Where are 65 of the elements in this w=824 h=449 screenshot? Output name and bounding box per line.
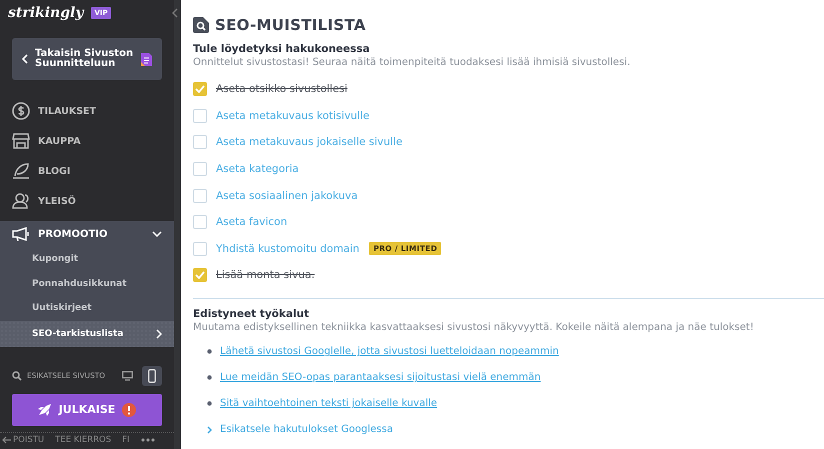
section-description: Muutama edistyksellinen tekniikka kasvattaaksesi sivustosi näkyvyyttä. Kokeile näitä alempana ja näe tulokset! bbox=[193, 322, 755, 333]
desktop-icon bbox=[122, 370, 132, 380]
bullet-icon bbox=[207, 375, 212, 380]
submenu-item[interactable]: SEO-tarkistuslista bbox=[0, 320, 174, 346]
checkbox[interactable] bbox=[193, 108, 207, 123]
checklist-link[interactable]: Aseta kategoria bbox=[216, 163, 299, 176]
nav-item[interactable]: KAUPPA bbox=[0, 126, 174, 156]
search-page-icon bbox=[193, 17, 209, 33]
document-icon bbox=[141, 52, 152, 66]
footer-link[interactable]: TEE KIERROS bbox=[55, 435, 112, 445]
checkbox[interactable] bbox=[193, 82, 207, 96]
tool-link[interactable]: Sitä vaihtoehtoinen teksti jokaiselle kuvalle bbox=[220, 398, 438, 410]
bullet-icon bbox=[207, 349, 212, 354]
checkbox[interactable] bbox=[193, 242, 207, 256]
search-icon bbox=[12, 370, 22, 380]
back-button[interactable]: Takaisin Sivuston Suunnitteluun bbox=[12, 38, 162, 80]
chevron-left-icon[interactable] bbox=[172, 8, 178, 18]
check-icon bbox=[195, 271, 205, 280]
expand-link[interactable]: Esikatsele hakutulokset Googlessa bbox=[220, 424, 393, 436]
checklist-link[interactable]: Aseta metakuvaus jokaiselle sivulle bbox=[216, 136, 402, 148]
section-heading: Tule löydetyksi hakukoneessa bbox=[193, 43, 371, 55]
checkbox[interactable] bbox=[193, 162, 207, 176]
bullet-icon bbox=[207, 401, 212, 406]
people-icon bbox=[12, 193, 30, 209]
checklist-link[interactable]: Lisää monta sivua. bbox=[216, 269, 315, 282]
arrow-left-icon bbox=[2, 436, 11, 444]
checklist-link[interactable]: Aseta favicon bbox=[216, 216, 288, 228]
checkbox[interactable] bbox=[193, 215, 207, 230]
tool-link[interactable]: Lähetä sivustosi Googlelle, jotta sivustosi luetteloidaan nopeammin bbox=[220, 346, 559, 358]
phone-icon bbox=[148, 368, 156, 382]
tool-link[interactable]: Lue meidän SEO-opas parantaaksesi sijoitustasi vielä enemmän bbox=[220, 372, 541, 384]
nav-item[interactable]: BLOGI bbox=[0, 156, 174, 186]
nav-item[interactable]: YLEISÖ bbox=[0, 186, 174, 216]
page-title: SEO-MUISTILISTA bbox=[215, 16, 366, 34]
caret-icon bbox=[152, 231, 162, 237]
chevron-right-icon[interactable] bbox=[207, 426, 212, 434]
warning-icon bbox=[122, 402, 136, 416]
submenu-item[interactable]: Uutiskirjeet bbox=[0, 296, 174, 320]
footer-link[interactable]: FI bbox=[122, 435, 130, 445]
checkbox[interactable] bbox=[193, 188, 207, 203]
checklist-link[interactable]: Aseta metakuvaus kotisivulle bbox=[216, 110, 370, 122]
checklist-link[interactable]: Aseta otsikko sivustollesi bbox=[216, 83, 348, 96]
footer-link[interactable]: POISTU bbox=[2, 435, 44, 445]
publish-button[interactable]: JULKAISE bbox=[12, 394, 162, 426]
checkbox[interactable] bbox=[193, 135, 207, 150]
quill-icon bbox=[12, 163, 30, 179]
submenu-item[interactable]: Kupongit bbox=[0, 247, 174, 272]
nav-item[interactable]: TILAUKSET bbox=[0, 96, 174, 126]
chevron-left-icon bbox=[22, 54, 28, 64]
check-icon bbox=[195, 85, 205, 94]
dollar-icon bbox=[12, 102, 30, 120]
section-heading: Edistyneet työkalut bbox=[193, 308, 310, 320]
checklist-link[interactable]: Aseta sosiaalinen jakokuva bbox=[216, 190, 358, 202]
store-icon bbox=[12, 133, 30, 149]
mobile-button[interactable] bbox=[142, 366, 162, 386]
checkbox[interactable] bbox=[193, 268, 207, 282]
logo: strikingly bbox=[8, 5, 84, 21]
nav-item[interactable]: PROMOOTIO bbox=[0, 221, 174, 247]
megaphone-icon bbox=[12, 227, 30, 241]
rocket-icon bbox=[38, 404, 52, 416]
submenu-item[interactable]: Ponnahdusikkunat bbox=[0, 272, 174, 296]
more-icon[interactable] bbox=[140, 438, 155, 442]
section-description: Onnittelut sivustostasi! Seuraa näitä toimenpiteitä tuodaksesi lisää ihmisiä sivustollesi. bbox=[193, 57, 632, 68]
chevron-right-icon bbox=[156, 328, 162, 338]
checklist-link[interactable]: Yhdistä kustomoitu domain bbox=[216, 242, 360, 255]
